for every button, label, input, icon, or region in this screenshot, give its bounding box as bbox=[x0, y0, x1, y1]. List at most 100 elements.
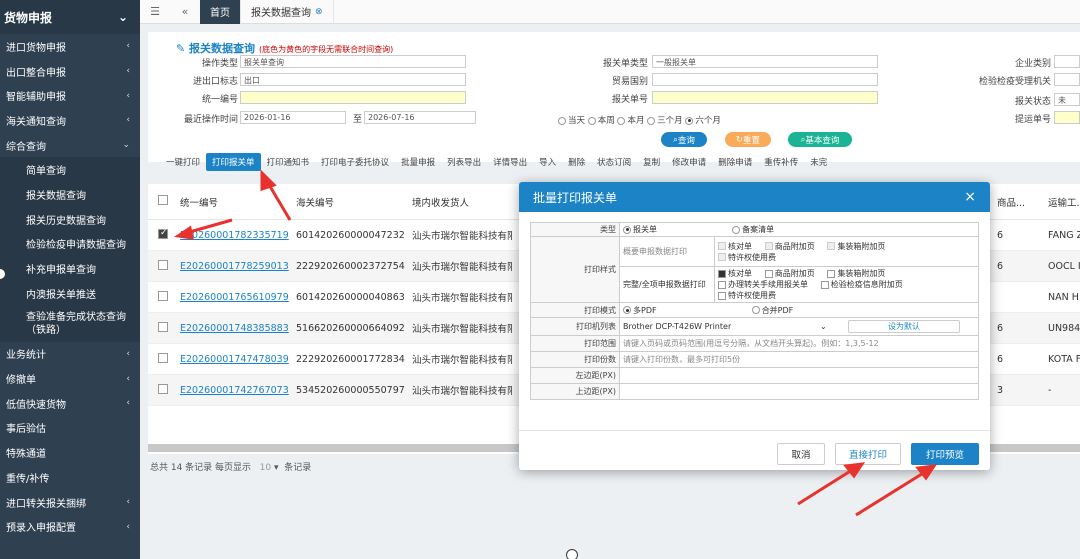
uni-no-input[interactable] bbox=[240, 91, 466, 104]
bill-no-input[interactable] bbox=[1054, 111, 1080, 124]
s-check-checkbox[interactable] bbox=[718, 242, 726, 250]
sidebar-subitem[interactable]: 内澳报关单推送 bbox=[0, 281, 140, 306]
toolbar-button[interactable]: 未完 bbox=[804, 153, 833, 171]
resize-handle[interactable] bbox=[566, 549, 578, 559]
f-insp-checkbox[interactable] bbox=[820, 280, 829, 289]
printer-select[interactable]: Brother DCP-T426W Printer ⌄ bbox=[623, 322, 827, 331]
sidebar-header[interactable]: 货物申报 ⌄ bbox=[0, 0, 140, 34]
uni-no-link[interactable]: E20260001742767073 bbox=[180, 385, 296, 396]
f-priv-checkbox[interactable] bbox=[718, 291, 726, 300]
range-input[interactable]: 请键入页码或页码范围(用逗号分隔，从文档开头算起)。例如：1,3,5-12 bbox=[619, 335, 979, 352]
decl-no-input[interactable] bbox=[652, 91, 878, 104]
ie-select[interactable]: 出口 bbox=[240, 73, 466, 86]
sidebar-item[interactable]: 事后验估 bbox=[0, 416, 140, 441]
select-all-checkbox[interactable] bbox=[158, 195, 168, 205]
sidebar-item[interactable]: 低值快速货物 ‹ bbox=[0, 391, 140, 416]
toolbar-button[interactable]: 删除 bbox=[562, 153, 591, 171]
toolbar-button[interactable]: 复制 bbox=[637, 153, 666, 171]
uni-no-link[interactable]: E20260001765610979 bbox=[180, 292, 296, 303]
left-margin-input[interactable] bbox=[619, 367, 979, 384]
f-check-checkbox[interactable] bbox=[718, 269, 726, 278]
sidebar-item[interactable]: 智能辅助申报 ‹ bbox=[0, 83, 140, 108]
sidebar-item[interactable]: 进口转关报关捆绑 ‹ bbox=[0, 490, 140, 515]
radio-6month[interactable]: 六个月 bbox=[685, 116, 721, 126]
type-record-radio[interactable]: 备案清单 bbox=[732, 225, 774, 234]
row-checkbox[interactable] bbox=[158, 228, 168, 239]
mode-merge-radio[interactable]: 合并PDF bbox=[751, 306, 793, 315]
radio-3month[interactable]: 三个月 bbox=[647, 116, 683, 126]
set-default-button[interactable]: 设为默认 bbox=[848, 320, 960, 333]
toolbar-button[interactable]: 列表导出 bbox=[441, 153, 487, 171]
cancel-button[interactable]: 取消 bbox=[777, 443, 825, 465]
s-attach-checkbox[interactable] bbox=[764, 242, 773, 250]
row-checkbox[interactable] bbox=[158, 259, 168, 270]
date-from-input[interactable]: 2026-01-16 bbox=[240, 111, 346, 124]
toolbar-button[interactable]: 重传补传 bbox=[758, 153, 804, 171]
copies-input[interactable]: 请键入打印份数，最多可打印5份 bbox=[619, 351, 979, 368]
row-checkbox[interactable] bbox=[158, 321, 168, 332]
radio-week[interactable]: 本周 bbox=[587, 116, 615, 126]
print-preview-button[interactable]: 打印预览 bbox=[911, 443, 979, 465]
s-priv-checkbox[interactable] bbox=[718, 253, 726, 261]
trade-country-input[interactable] bbox=[652, 73, 878, 86]
close-tab-icon[interactable]: ⊗ bbox=[315, 7, 323, 17]
toolbar-button[interactable]: 详情导出 bbox=[487, 153, 533, 171]
col-customs-no[interactable]: 海关编号 bbox=[296, 195, 412, 209]
tab-home[interactable]: 首页 bbox=[200, 0, 241, 24]
toolbar-button[interactable]: 批量申报 bbox=[395, 153, 441, 171]
double-left-icon[interactable]: « bbox=[170, 5, 200, 18]
close-icon[interactable]: × bbox=[964, 189, 976, 205]
row-checkbox[interactable] bbox=[158, 352, 168, 363]
sidebar-item[interactable]: 业务统计 ‹ bbox=[0, 342, 140, 367]
sidebar-subitem[interactable]: 报关历史数据查询 bbox=[0, 207, 140, 232]
ent-type-select[interactable] bbox=[1054, 55, 1080, 68]
decl-type-select[interactable]: 一般报关单 bbox=[652, 55, 878, 68]
uni-no-link[interactable]: E20260001778259013 bbox=[180, 261, 296, 272]
sidebar-subitem[interactable]: 报关数据查询 bbox=[0, 182, 140, 207]
toolbar-button[interactable]: 删除申请 bbox=[712, 153, 758, 171]
sidebar-subitem[interactable]: 补充申报单查询 bbox=[0, 256, 140, 281]
toolbar-button[interactable]: 一键打印 bbox=[160, 153, 206, 171]
toolbar-button[interactable]: 打印报关单 bbox=[206, 153, 261, 171]
radio-month[interactable]: 本月 bbox=[617, 116, 644, 126]
sidebar-item[interactable]: 预录入申报配置 ‹ bbox=[0, 514, 140, 539]
direct-print-button[interactable]: 直接打印 bbox=[835, 443, 901, 465]
sidebar-item[interactable]: 出口整合申报 ‹ bbox=[0, 59, 140, 84]
sidebar-item[interactable]: 海关通知查询 ‹ bbox=[0, 108, 140, 133]
sidebar-subitem[interactable]: 简单查询 bbox=[0, 157, 140, 182]
sidebar-item[interactable]: 重传/补传 bbox=[0, 465, 140, 490]
sidebar-item[interactable]: 特殊通道 bbox=[0, 440, 140, 465]
radio-today[interactable]: 当天 bbox=[558, 116, 585, 126]
type-decl-radio[interactable]: 报关单 bbox=[623, 225, 657, 234]
status-select[interactable]: 未 bbox=[1054, 93, 1080, 106]
row-checkbox[interactable] bbox=[158, 383, 168, 394]
sidebar-item[interactable]: 综合查询 ⌄ bbox=[0, 133, 140, 158]
s-box-checkbox[interactable] bbox=[827, 242, 836, 250]
sidebar-subitem[interactable]: 检验检疫申请数据查询 bbox=[0, 232, 140, 257]
tab-current[interactable]: 报关数据查询 ⊗ bbox=[241, 0, 334, 24]
col-goods[interactable]: 商品... bbox=[997, 195, 1025, 209]
reset-button[interactable]: ↻ 重置 bbox=[725, 132, 771, 147]
toolbar-button[interactable]: 状态订阅 bbox=[591, 153, 637, 171]
col-uni-no[interactable]: 统一编号 bbox=[180, 195, 296, 209]
menu-icon[interactable]: ☰ bbox=[140, 5, 170, 18]
sidebar-subitem[interactable]: 查验准备完成状态查询（铁路） bbox=[0, 306, 140, 342]
toolbar-button[interactable]: 打印电子委托协议 bbox=[315, 153, 395, 171]
mode-multi-radio[interactable]: 多PDF bbox=[623, 306, 657, 315]
col-consignee[interactable]: 境内收发货人 bbox=[412, 195, 512, 209]
top-margin-input[interactable] bbox=[619, 383, 979, 400]
uni-no-link[interactable]: E20260001782335719 bbox=[180, 230, 296, 241]
op-type-select[interactable]: 报关单查询 bbox=[240, 55, 466, 68]
basic-query-button[interactable]: ⌕ 基本查询 bbox=[788, 132, 852, 147]
sidebar-item[interactable]: 进口货物申报 ‹ bbox=[0, 34, 140, 59]
toolbar-button[interactable]: 打印通知书 bbox=[261, 153, 316, 171]
f-attach-checkbox[interactable] bbox=[764, 269, 773, 278]
toolbar-button[interactable]: 修改申请 bbox=[666, 153, 712, 171]
row-checkbox[interactable] bbox=[158, 290, 168, 301]
toolbar-button[interactable]: 导入 bbox=[533, 153, 562, 171]
col-transport[interactable]: 运输工... bbox=[1048, 195, 1080, 209]
f-box-checkbox[interactable] bbox=[827, 269, 836, 278]
uni-no-link[interactable]: E20260001748385883 bbox=[180, 323, 296, 334]
uni-no-link[interactable]: E20260001747478039 bbox=[180, 354, 296, 365]
sidebar-item[interactable]: 修撤单 ‹ bbox=[0, 366, 140, 391]
